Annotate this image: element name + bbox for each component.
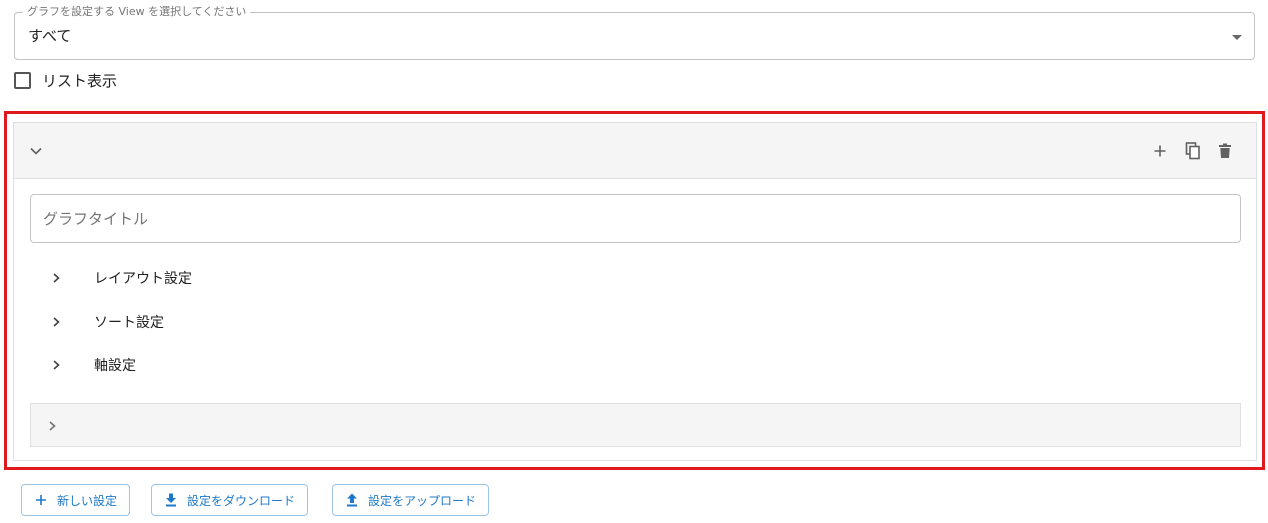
section-label: ソート設定 — [94, 315, 164, 331]
view-select-legend: グラフを設定する View を選択してください — [23, 5, 251, 19]
copy-icon[interactable] — [1181, 139, 1205, 163]
chevron-right-icon — [46, 355, 66, 375]
upload-settings-label: 設定をアップロード — [368, 493, 477, 508]
section-sort-settings[interactable]: ソート設定 — [46, 307, 346, 337]
section-axis-settings[interactable]: 軸設定 — [46, 350, 346, 380]
add-icon[interactable] — [1148, 139, 1172, 163]
download-settings-button[interactable]: 設定をダウンロード — [151, 484, 309, 516]
download-icon — [164, 493, 178, 507]
new-settings-label: 新しい設定 — [57, 493, 118, 508]
chevron-right-icon — [46, 268, 66, 288]
chevron-right-icon — [42, 416, 62, 436]
collapsed-subpanel[interactable] — [30, 403, 1241, 447]
section-layout-settings[interactable]: レイアウト設定 — [46, 263, 346, 293]
new-settings-button[interactable]: 新しい設定 — [21, 484, 131, 516]
download-settings-label: 設定をダウンロード — [187, 493, 296, 508]
graph-settings-panel: レイアウト設定 ソート設定 軸設定 — [13, 122, 1257, 461]
chevron-right-icon — [46, 312, 66, 332]
list-display-checkbox[interactable]: リスト表示 — [14, 70, 117, 90]
list-display-label: リスト表示 — [42, 71, 118, 90]
view-select[interactable]: グラフを設定する View を選択してください すべて — [14, 5, 1255, 60]
chevron-down-icon[interactable] — [24, 139, 48, 163]
checkbox-icon[interactable] — [14, 71, 31, 89]
upload-settings-button[interactable]: 設定をアップロード — [332, 484, 490, 516]
plus-icon — [34, 493, 48, 507]
section-label: レイアウト設定 — [94, 271, 192, 287]
graph-panel-header[interactable] — [14, 123, 1256, 179]
view-select-value: すべて — [28, 27, 72, 45]
dropdown-arrow-icon — [1232, 35, 1242, 40]
graph-title-input[interactable] — [30, 194, 1241, 243]
delete-icon[interactable] — [1213, 139, 1237, 163]
section-label: 軸設定 — [94, 358, 136, 374]
upload-icon — [345, 493, 359, 507]
